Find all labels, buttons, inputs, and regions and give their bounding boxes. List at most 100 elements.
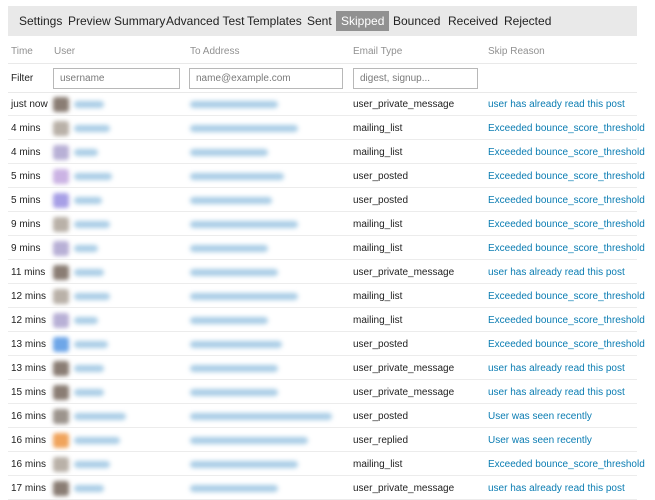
email-type: mailing_list bbox=[353, 219, 403, 230]
to-address-link-redacted[interactable] bbox=[190, 293, 298, 300]
user-avatar[interactable] bbox=[53, 265, 69, 280]
nav-tab-settings[interactable]: Settings bbox=[14, 11, 67, 31]
skip-reason-link[interactable]: Exceeded bounce_score_threshold bbox=[488, 219, 645, 231]
to-address-link-redacted[interactable] bbox=[190, 413, 332, 420]
skip-reason-link[interactable]: user has already read this post bbox=[488, 267, 625, 279]
user-avatar[interactable] bbox=[53, 313, 69, 328]
to-address-link-redacted[interactable] bbox=[190, 317, 268, 324]
user-avatar[interactable] bbox=[53, 289, 69, 304]
user-avatar[interactable] bbox=[53, 121, 69, 136]
username-link-redacted[interactable] bbox=[74, 317, 98, 324]
nav-tab-bounced[interactable]: Bounced bbox=[388, 11, 445, 31]
skip-reason-link[interactable]: user has already read this post bbox=[488, 387, 625, 399]
to-address-link-redacted[interactable] bbox=[190, 149, 268, 156]
filter-address-input[interactable] bbox=[189, 68, 343, 89]
username-link-redacted[interactable] bbox=[74, 245, 98, 252]
username-link-redacted[interactable] bbox=[74, 365, 104, 372]
email-type: mailing_list bbox=[353, 459, 403, 470]
column-header-skip-reason: Skip Reason bbox=[488, 46, 545, 57]
to-address-link-redacted[interactable] bbox=[190, 269, 278, 276]
email-type: user_private_message bbox=[353, 483, 455, 494]
user-avatar[interactable] bbox=[53, 145, 69, 160]
email-type: user_posted bbox=[353, 339, 409, 350]
table-row: 16 mins mailing_list Exceeded bounce_score… bbox=[0, 452, 655, 476]
table-row: 17 mins user_private_message user has alre… bbox=[0, 476, 655, 500]
table-row: 9 mins mailing_list Exceeded bounce_score_… bbox=[0, 236, 655, 260]
sent-time: 12 mins bbox=[11, 291, 47, 302]
filter-email-type-input[interactable] bbox=[353, 68, 478, 89]
to-address-link-redacted[interactable] bbox=[190, 461, 298, 468]
email-type: mailing_list bbox=[353, 123, 403, 134]
username-link-redacted[interactable] bbox=[74, 101, 104, 108]
nav-tab-skipped[interactable]: Skipped bbox=[336, 11, 390, 31]
skip-reason-link[interactable]: Exceeded bounce_score_threshold bbox=[488, 195, 645, 207]
skip-reason-link[interactable]: Exceeded bounce_score_threshold bbox=[488, 123, 645, 135]
skip-reason-link[interactable]: Exceeded bounce_score_threshold bbox=[488, 147, 645, 159]
nav-tab-templates[interactable]: Templates bbox=[242, 11, 307, 31]
to-address-link-redacted[interactable] bbox=[190, 365, 278, 372]
nav-tab-sent[interactable]: Sent bbox=[302, 11, 337, 31]
username-link-redacted[interactable] bbox=[74, 389, 104, 396]
username-link-redacted[interactable] bbox=[74, 125, 110, 132]
nav-tab-rejected[interactable]: Rejected bbox=[499, 11, 556, 31]
filter-label: Filter bbox=[11, 73, 34, 84]
to-address-link-redacted[interactable] bbox=[190, 197, 272, 204]
column-header-email-type: Email Type bbox=[353, 46, 403, 57]
username-link-redacted[interactable] bbox=[74, 293, 110, 300]
username-link-redacted[interactable] bbox=[74, 341, 108, 348]
username-link-redacted[interactable] bbox=[74, 173, 112, 180]
to-address-link-redacted[interactable] bbox=[190, 341, 282, 348]
to-address-link-redacted[interactable] bbox=[190, 221, 298, 228]
sent-time: 13 mins bbox=[11, 363, 47, 374]
to-address-link-redacted[interactable] bbox=[190, 389, 278, 396]
skip-reason-link[interactable]: user has already read this post bbox=[488, 483, 625, 495]
username-link-redacted[interactable] bbox=[74, 149, 98, 156]
sent-time: 16 mins bbox=[11, 459, 47, 470]
user-avatar[interactable] bbox=[53, 337, 69, 352]
user-avatar[interactable] bbox=[53, 217, 69, 232]
user-avatar[interactable] bbox=[53, 241, 69, 256]
user-avatar[interactable] bbox=[53, 97, 69, 112]
skip-reason-link[interactable]: Exceeded bounce_score_threshold bbox=[488, 459, 645, 471]
filter-username-input[interactable] bbox=[53, 68, 180, 89]
to-address-link-redacted[interactable] bbox=[190, 125, 298, 132]
skip-reason-link[interactable]: Exceeded bounce_score_threshold bbox=[488, 339, 645, 351]
table-row: 5 mins user_posted Exceeded bounce_score_t… bbox=[0, 188, 655, 212]
sent-time: 5 mins bbox=[11, 171, 41, 182]
username-link-redacted[interactable] bbox=[74, 437, 120, 444]
user-avatar[interactable] bbox=[53, 193, 69, 208]
skip-reason-link[interactable]: Exceeded bounce_score_threshold bbox=[488, 243, 645, 255]
email-type: mailing_list bbox=[353, 147, 403, 158]
skip-reason-link[interactable]: User was seen recently bbox=[488, 435, 592, 447]
to-address-link-redacted[interactable] bbox=[190, 173, 284, 180]
table-row: 4 mins mailing_list Exceeded bounce_score_… bbox=[0, 116, 655, 140]
skip-reason-link[interactable]: Exceeded bounce_score_threshold bbox=[488, 291, 645, 303]
user-avatar[interactable] bbox=[53, 361, 69, 376]
username-link-redacted[interactable] bbox=[74, 197, 102, 204]
table-row: 16 mins user_posted User was seen recently bbox=[0, 404, 655, 428]
skip-reason-link[interactable]: User was seen recently bbox=[488, 411, 592, 423]
username-link-redacted[interactable] bbox=[74, 461, 110, 468]
nav-tab-received[interactable]: Received bbox=[443, 11, 503, 31]
nav-tab-advanced-test[interactable]: Advanced Test bbox=[161, 11, 250, 31]
user-avatar[interactable] bbox=[53, 169, 69, 184]
to-address-link-redacted[interactable] bbox=[190, 101, 278, 108]
username-link-redacted[interactable] bbox=[74, 413, 126, 420]
user-avatar[interactable] bbox=[53, 385, 69, 400]
skip-reason-link[interactable]: Exceeded bounce_score_threshold bbox=[488, 171, 645, 183]
username-link-redacted[interactable] bbox=[74, 485, 104, 492]
to-address-link-redacted[interactable] bbox=[190, 437, 308, 444]
to-address-link-redacted[interactable] bbox=[190, 485, 278, 492]
skip-reason-link[interactable]: user has already read this post bbox=[488, 99, 625, 111]
skip-reason-link[interactable]: user has already read this post bbox=[488, 363, 625, 375]
skip-reason-link[interactable]: Exceeded bounce_score_threshold bbox=[488, 315, 645, 327]
user-avatar[interactable] bbox=[53, 409, 69, 424]
user-avatar[interactable] bbox=[53, 457, 69, 472]
username-link-redacted[interactable] bbox=[74, 269, 104, 276]
user-avatar[interactable] bbox=[53, 433, 69, 448]
nav-tab-preview-summary[interactable]: Preview Summary bbox=[63, 11, 170, 31]
username-link-redacted[interactable] bbox=[74, 221, 110, 228]
to-address-link-redacted[interactable] bbox=[190, 245, 268, 252]
user-avatar[interactable] bbox=[53, 481, 69, 496]
table-row: 4 mins mailing_list Exceeded bounce_score_… bbox=[0, 140, 655, 164]
